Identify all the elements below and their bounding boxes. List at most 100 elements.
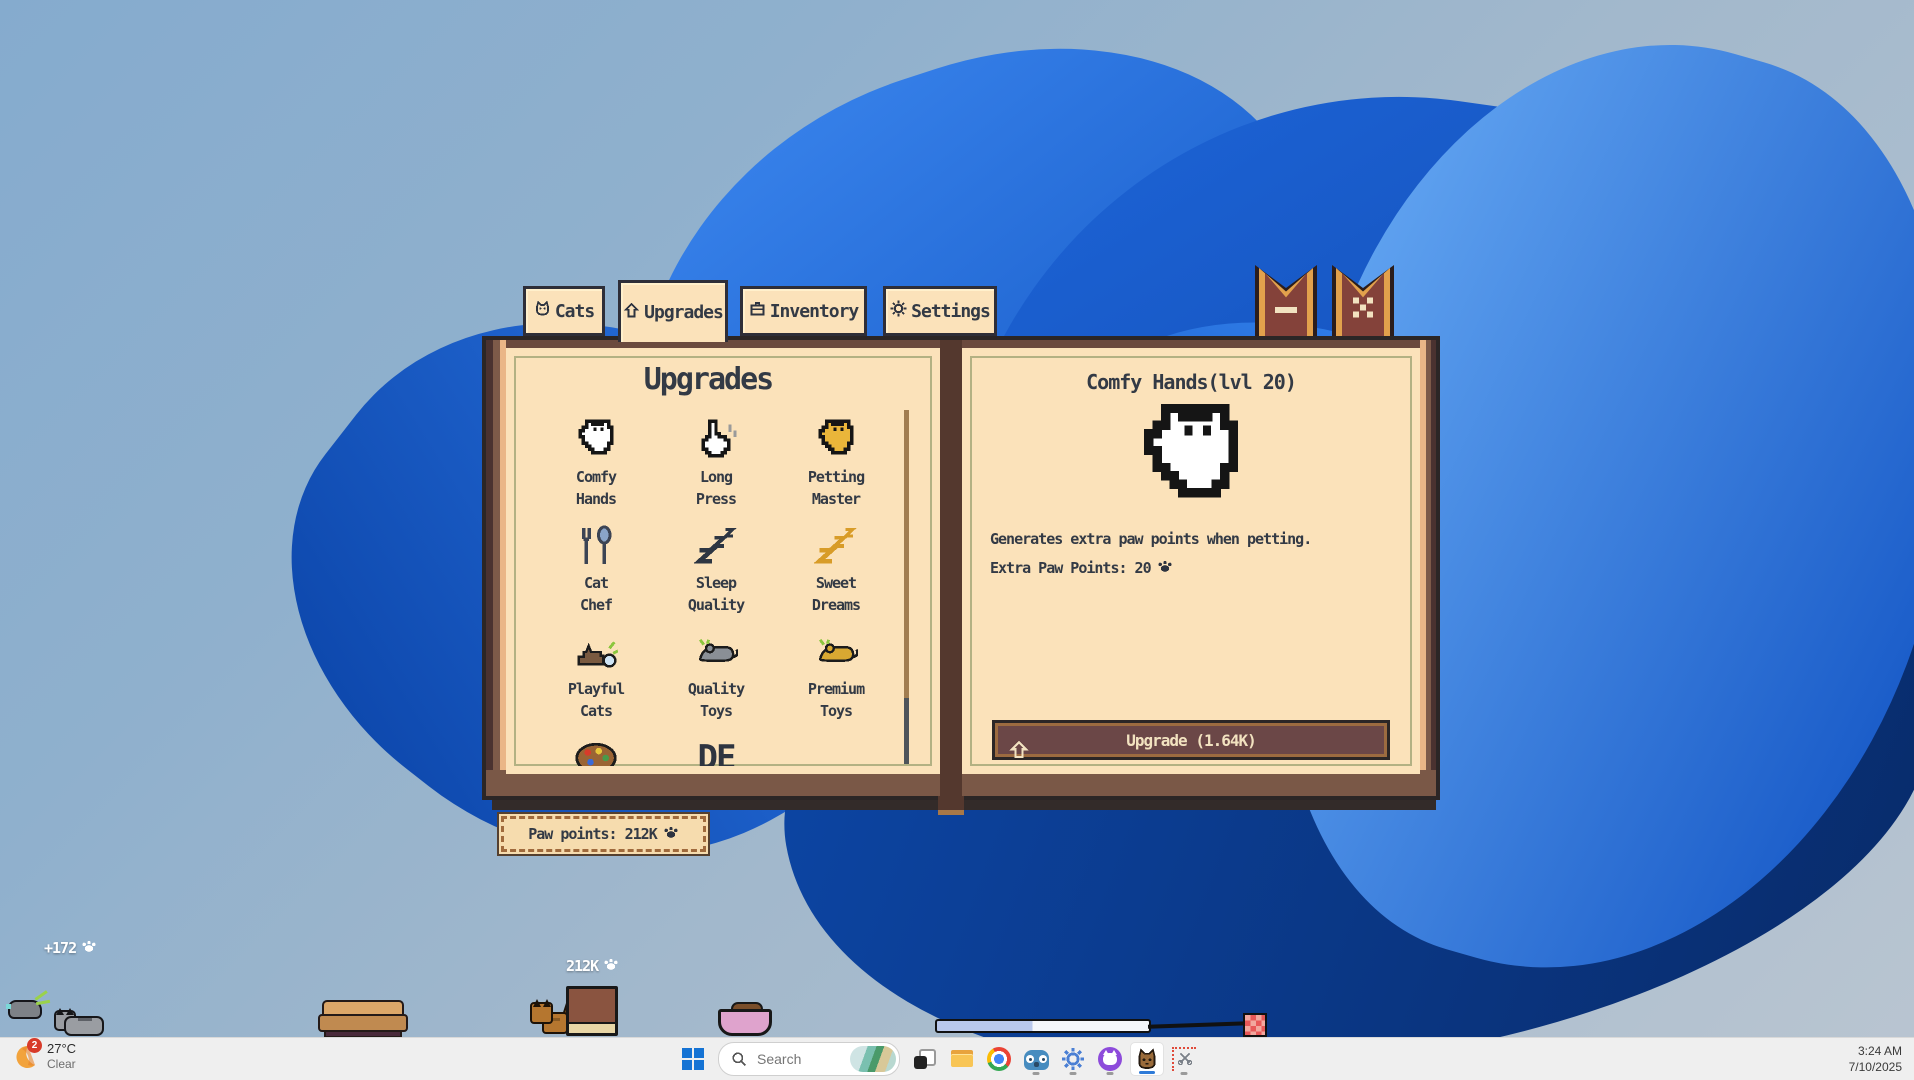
upgrade-label: Cat	[584, 572, 608, 594]
chrome-taskbar-button[interactable]	[982, 1042, 1016, 1076]
tab-settings[interactable]: Settings	[883, 286, 997, 336]
wand-toy-tip[interactable]	[1243, 1013, 1267, 1037]
minimize-button[interactable]	[1255, 265, 1317, 337]
upgrade-item-palette[interactable]	[536, 732, 656, 766]
clock-date: 7/10/2025	[1849, 1059, 1902, 1075]
up-arrow-icon	[623, 302, 640, 324]
clock-time: 3:24 AM	[1849, 1043, 1902, 1059]
paw-icon	[81, 938, 97, 958]
upgrade-purchase-button[interactable]: Upgrade (1.64K)	[992, 720, 1390, 760]
upgrade-grid: ComfyHands LongPress PettingMaster CatCh…	[536, 414, 896, 766]
upgrade-detail-page: Comfy Hands(lvl 20) Generates extra paw …	[962, 348, 1420, 774]
tab-inventory[interactable]: Inventory	[740, 286, 867, 336]
cat-face-icon	[534, 300, 551, 322]
search-icon	[731, 1051, 747, 1067]
mouse-toy-sprite[interactable]	[4, 992, 48, 1018]
hand-gold-icon	[814, 414, 858, 466]
tab-upgrades[interactable]: Upgrades	[618, 280, 728, 342]
upgrade-item-cat-chef[interactable]: CatChef	[536, 520, 656, 626]
upgrade-label: Cats	[580, 700, 612, 722]
upgrade-label: Sweet	[816, 572, 856, 594]
paw-points-label: Paw points: 212K	[528, 825, 657, 843]
box-icon	[749, 300, 766, 322]
hand-white-icon	[574, 414, 618, 466]
taskbar-clock[interactable]: 3:24 AM 7/10/2025	[1849, 1043, 1902, 1075]
upgrade-item-playful-cats[interactable]: PlayfulCats	[536, 626, 656, 732]
upgrade-label: Hands	[576, 488, 616, 510]
tab-label: Inventory	[770, 301, 859, 322]
upgrade-label: Sleep	[696, 572, 736, 594]
book-spine-tail	[938, 796, 964, 815]
cat-paw-counter: 212K	[566, 956, 619, 976]
utensils-icon	[574, 520, 618, 572]
file-explorer-taskbar-button[interactable]	[945, 1042, 979, 1076]
weather-condition: Clear	[47, 1057, 76, 1071]
tab-cats[interactable]: Cats	[523, 286, 605, 336]
upgrades-page-title: Upgrades	[506, 362, 910, 397]
upgrade-label: Petting	[808, 466, 864, 488]
press-cursor-icon	[694, 414, 738, 466]
upgrade-list-scrollbar[interactable]	[904, 410, 909, 764]
upgrade-label: Dreams	[812, 594, 860, 616]
settings-gear-taskbar-button[interactable]	[1056, 1042, 1090, 1076]
upgrade-item-premium-toys[interactable]: PremiumToys	[776, 626, 896, 732]
weather-widget[interactable]: 2 27°C Clear	[10, 1041, 76, 1071]
moon-weather-icon: 2	[10, 1041, 40, 1071]
godot-taskbar-button[interactable]	[1019, 1042, 1053, 1076]
snip-tool-taskbar-button[interactable]	[1167, 1042, 1201, 1076]
gear-icon	[890, 300, 907, 322]
close-icon	[1352, 296, 1374, 323]
floating-paw-gain: +172	[44, 938, 97, 958]
orange-cat-sprite[interactable]	[530, 998, 570, 1036]
close-button[interactable]	[1332, 265, 1394, 337]
zzz-gold-icon	[814, 520, 858, 572]
tab-label: Settings	[911, 301, 990, 322]
book-shadow	[492, 800, 1436, 810]
mouse-gray-icon	[694, 626, 738, 678]
upgrade-label: Chef	[580, 594, 612, 616]
start-button[interactable]	[676, 1042, 710, 1076]
taskbar: 2 27°C Clear 3:24 AM 7/10/2025	[0, 1037, 1914, 1080]
upgrade-label: Quality	[688, 678, 744, 700]
upgrade-label: Comfy	[576, 466, 616, 488]
upgrade-label: Playful	[568, 678, 624, 700]
upgrade-item-comfy-hands[interactable]: ComfyHands	[536, 414, 656, 520]
scrollbar-thumb[interactable]	[904, 698, 909, 764]
wand-toy-handle[interactable]	[935, 1019, 1151, 1033]
upgrade-item-sweet-dreams[interactable]: SweetDreams	[776, 520, 896, 626]
minimize-icon	[1274, 301, 1298, 319]
paw-icon	[663, 824, 679, 845]
paw-icon	[603, 956, 619, 976]
upgrade-description: Generates extra paw points when petting.	[990, 530, 1311, 548]
github-desktop-taskbar-button[interactable]	[1093, 1042, 1127, 1076]
upgrade-effect: Extra Paw Points: 20	[990, 558, 1173, 578]
food-bowl-sprite[interactable]	[718, 1002, 772, 1036]
paw-points-panel: Paw points: 212K	[497, 812, 710, 856]
upgrade-label: Toys	[700, 700, 732, 722]
upgrade-label: Long	[700, 466, 732, 488]
zzz-dark-icon	[694, 520, 738, 572]
paw-icon	[1157, 558, 1173, 578]
upgrade-item-sleep-quality[interactable]: SleepQuality	[656, 520, 776, 626]
task-view-taskbar-button[interactable]	[908, 1042, 942, 1076]
taskbar-search[interactable]	[718, 1042, 900, 1076]
upgrade-item-de-text[interactable]: DE	[656, 732, 776, 766]
upgrade-item-petting-master[interactable]: PettingMaster	[776, 414, 896, 520]
upgrade-label: Quality	[688, 594, 744, 616]
desktop-wallpaper: +172 212K Cats Upgrades Inventory Settings	[0, 0, 1914, 1080]
gear-blue-icon	[1061, 1047, 1085, 1071]
taskbar-center	[676, 1042, 1201, 1076]
grey-cat-sprite[interactable]	[54, 1006, 102, 1036]
book-sprite[interactable]	[566, 986, 618, 1036]
upgrade-label: Premium	[808, 678, 864, 700]
upgrade-item-long-press[interactable]: LongPress	[656, 414, 776, 520]
upgrades-page: Upgrades ComfyHands LongPress PettingMas…	[506, 348, 940, 774]
windows-logo-icon	[682, 1048, 704, 1070]
upgrade-detail-title: Comfy Hands(lvl 20)	[962, 370, 1420, 394]
couch-sprite[interactable]	[318, 1000, 408, 1038]
search-daily-image[interactable]	[850, 1046, 896, 1072]
search-input[interactable]	[755, 1050, 849, 1068]
cat-game-taskbar-button[interactable]	[1130, 1042, 1164, 1076]
upgrade-item-quality-toys[interactable]: QualityToys	[656, 626, 776, 732]
book-spine	[940, 340, 962, 796]
